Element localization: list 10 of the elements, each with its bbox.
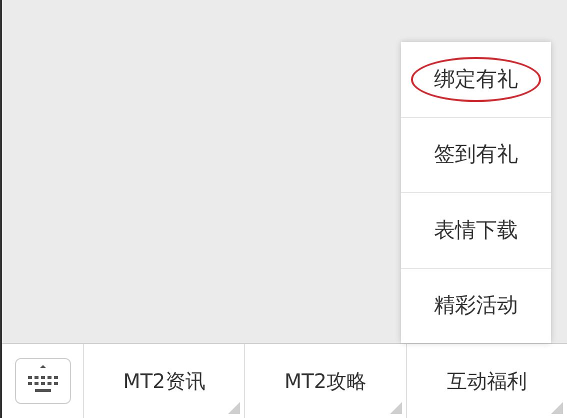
corner-triangle-icon — [390, 402, 402, 414]
popup-menu-item[interactable]: 签到有礼 — [401, 118, 551, 193]
popup-menu-item[interactable]: 表情下载 — [401, 193, 551, 268]
menu-tab[interactable]: 互动福利 — [406, 344, 567, 418]
menu-tab[interactable]: MT2攻略 — [245, 344, 407, 418]
keyboard-toggle-button[interactable] — [14, 358, 70, 404]
menu-tab[interactable]: MT2资讯 — [84, 344, 246, 418]
corner-triangle-icon — [550, 402, 563, 414]
popup-menu-item[interactable]: 精彩活动 — [401, 268, 551, 343]
corner-triangle-icon — [228, 402, 240, 414]
